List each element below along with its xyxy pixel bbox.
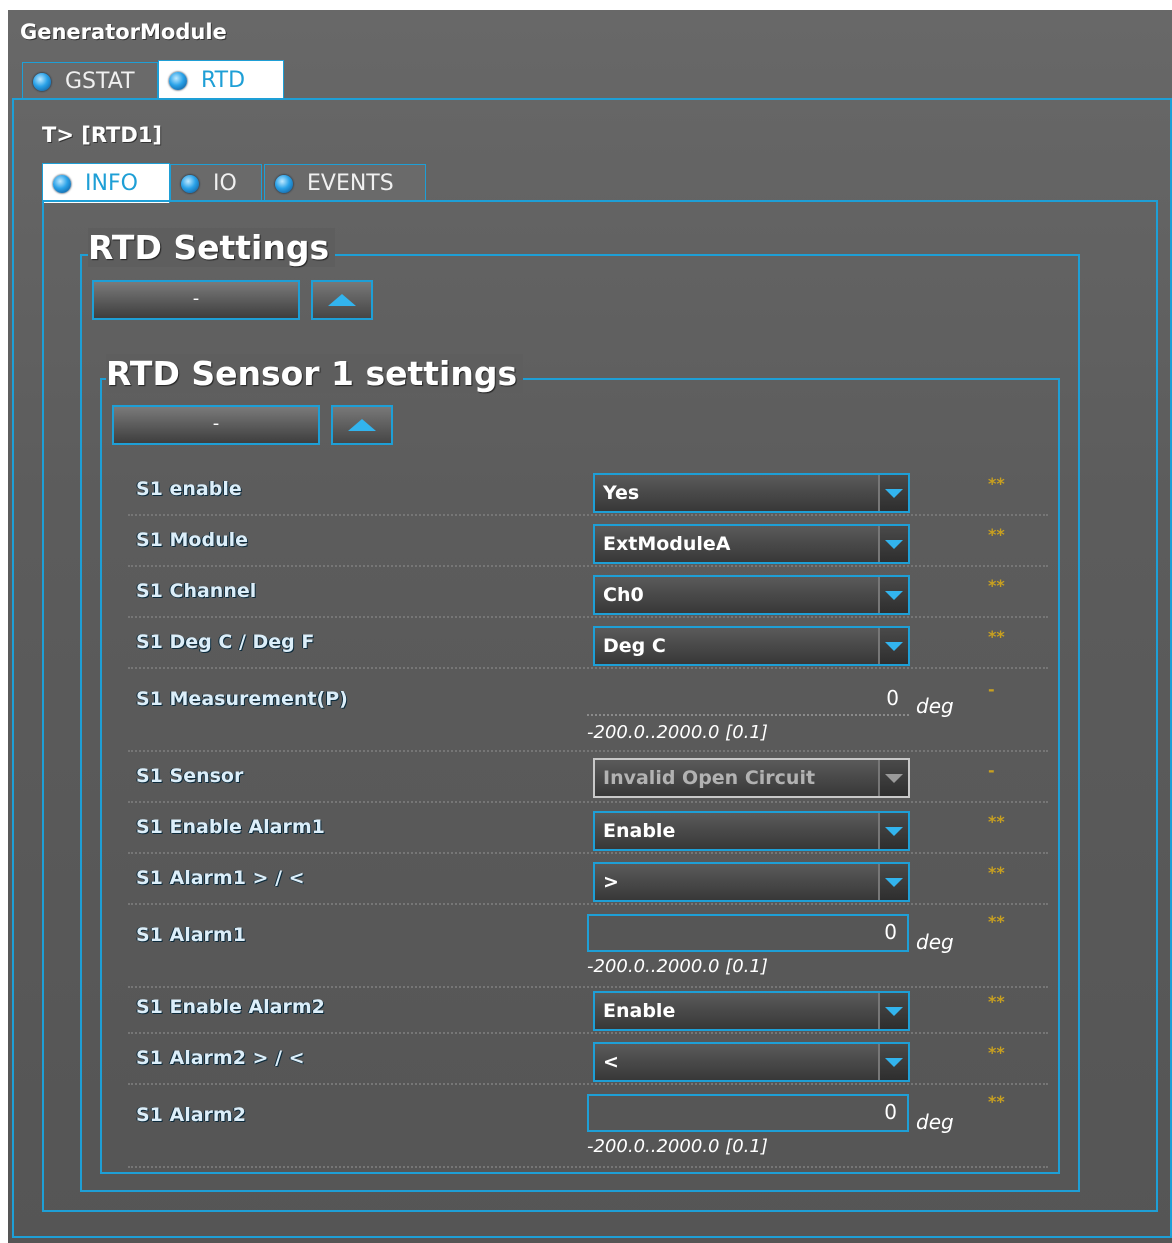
- rtd-settings-title: RTD Settings: [88, 228, 336, 267]
- dropdown-arrow-icon[interactable]: [878, 526, 908, 562]
- dropdown-arrow-icon[interactable]: [878, 475, 908, 511]
- s1-channel-select[interactable]: Ch0: [593, 575, 910, 615]
- modified-flag: **: [988, 1043, 1005, 1062]
- setting-row-s1-enable-alarm1: S1 Enable Alarm1 Enable **: [128, 806, 1048, 854]
- s1-enable-select[interactable]: Yes: [593, 473, 910, 513]
- select-value: <: [603, 1051, 619, 1073]
- setting-row-s1-module: S1 Module ExtModuleA **: [128, 519, 1048, 567]
- setting-row-s1-sensor: S1 Sensor Invalid Open Circuit -: [128, 755, 1048, 803]
- select-value: Enable: [603, 1000, 676, 1022]
- modified-flag: **: [988, 576, 1005, 595]
- dropdown-arrow-icon[interactable]: [878, 864, 908, 900]
- setting-label: S1 Alarm2: [136, 1104, 246, 1126]
- s1-measurement-value: 0: [587, 686, 909, 716]
- s1-enable-alarm1-select[interactable]: Enable: [593, 811, 910, 851]
- status-led-icon: [275, 174, 293, 193]
- arrow-up-icon: [348, 419, 376, 431]
- status-led-icon: [169, 71, 187, 90]
- breadcrumb: T> [RTD1]: [42, 123, 163, 147]
- unit-label: deg: [916, 930, 954, 954]
- tab-io-label: IO: [213, 171, 237, 196]
- modified-flag: **: [988, 992, 1005, 1011]
- tab-gstat[interactable]: GSTAT: [22, 62, 158, 100]
- rtd-settings-collapse-button[interactable]: -: [92, 280, 300, 320]
- setting-label: S1 Alarm1 > / <: [136, 867, 305, 889]
- setting-label: S1 Deg C / Deg F: [136, 631, 315, 653]
- modified-flag: **: [988, 627, 1005, 646]
- arrow-up-icon: [328, 294, 356, 306]
- select-value: >: [603, 871, 619, 893]
- setting-label: S1 Measurement(P): [136, 688, 348, 710]
- select-value: Deg C: [603, 635, 666, 657]
- tab-rtd-label: RTD: [201, 68, 246, 93]
- modified-flag: **: [988, 863, 1005, 882]
- select-value: Ch0: [603, 584, 644, 606]
- app-title: GeneratorModule: [20, 20, 227, 44]
- select-value: ExtModuleA: [603, 533, 731, 555]
- setting-label: S1 Channel: [136, 580, 257, 602]
- setting-row-s1-alarm1-compare: S1 Alarm1 > / < > **: [128, 857, 1048, 905]
- dropdown-arrow-icon[interactable]: [878, 577, 908, 613]
- modified-flag: -: [988, 680, 995, 699]
- tab-events[interactable]: EVENTS: [264, 164, 426, 202]
- setting-row-s1-alarm2-compare: S1 Alarm2 > / < < **: [128, 1037, 1048, 1085]
- setting-label: S1 enable: [136, 478, 242, 500]
- dropdown-arrow-icon: [878, 760, 908, 796]
- dropdown-arrow-icon[interactable]: [878, 628, 908, 664]
- dropdown-arrow-icon[interactable]: [878, 1044, 908, 1080]
- s1-alarm1-input[interactable]: 0: [587, 914, 909, 952]
- s1-alarm2-compare-select[interactable]: <: [593, 1042, 910, 1082]
- status-led-icon: [33, 72, 51, 91]
- unit-label: deg: [916, 1110, 954, 1134]
- tab-rtd[interactable]: RTD: [158, 60, 284, 100]
- setting-row-s1-measurement: S1 Measurement(P) 0 deg -200.0..2000.0 […: [128, 672, 1048, 752]
- setting-row-s1-alarm2: S1 Alarm2 0 deg -200.0..2000.0 [0.1] **: [128, 1088, 1048, 1168]
- select-value: Yes: [603, 482, 640, 504]
- modified-flag: -: [988, 761, 995, 780]
- modified-flag: **: [988, 474, 1005, 493]
- setting-label: S1 Sensor: [136, 765, 244, 787]
- s1-alarm1-compare-select[interactable]: >: [593, 862, 910, 902]
- setting-row-s1-channel: S1 Channel Ch0 **: [128, 570, 1048, 618]
- s1-alarm2-input[interactable]: 0: [587, 1094, 909, 1132]
- dropdown-arrow-icon[interactable]: [878, 813, 908, 849]
- setting-label: S1 Alarm1: [136, 924, 246, 946]
- s1-sensor-select: Invalid Open Circuit: [593, 758, 910, 798]
- select-value: Invalid Open Circuit: [603, 767, 816, 789]
- select-value: Enable: [603, 820, 676, 842]
- s1-module-select[interactable]: ExtModuleA: [593, 524, 910, 564]
- setting-label: S1 Enable Alarm2: [136, 996, 325, 1018]
- tab-events-label: EVENTS: [307, 171, 394, 196]
- unit-label: deg: [916, 694, 954, 718]
- sensor-settings-collapse-button[interactable]: -: [112, 405, 320, 445]
- setting-label: S1 Alarm2 > / <: [136, 1047, 305, 1069]
- sensor-settings-title: RTD Sensor 1 settings: [106, 354, 524, 393]
- modified-flag: **: [988, 525, 1005, 544]
- modified-flag: **: [988, 1092, 1005, 1111]
- status-led-icon: [53, 174, 71, 193]
- range-hint: -200.0..2000.0 [0.1]: [587, 722, 768, 743]
- rtd-settings-expand-button[interactable]: [311, 280, 373, 320]
- setting-row-s1-enable: S1 enable Yes **: [128, 468, 1048, 516]
- tab-gstat-label: GSTAT: [65, 69, 135, 94]
- tab-info[interactable]: INFO: [42, 163, 170, 203]
- modified-flag: **: [988, 912, 1005, 931]
- range-hint: -200.0..2000.0 [0.1]: [587, 956, 768, 977]
- tab-info-label: INFO: [85, 171, 138, 196]
- generator-module-window: GeneratorModule GSTAT RTD T> [RTD1] INFO…: [8, 10, 1172, 1243]
- setting-row-s1-enable-alarm2: S1 Enable Alarm2 Enable **: [128, 986, 1048, 1034]
- range-hint: -200.0..2000.0 [0.1]: [587, 1136, 768, 1157]
- dropdown-arrow-icon[interactable]: [878, 993, 908, 1029]
- status-led-icon: [181, 174, 199, 193]
- setting-row-s1-alarm1: S1 Alarm1 0 deg -200.0..2000.0 [0.1] **: [128, 908, 1048, 988]
- s1-deg-unit-select[interactable]: Deg C: [593, 626, 910, 666]
- setting-row-s1-deg-unit: S1 Deg C / Deg F Deg C **: [128, 621, 1048, 669]
- s1-enable-alarm2-select[interactable]: Enable: [593, 991, 910, 1031]
- modified-flag: **: [988, 812, 1005, 831]
- sensor-settings-expand-button[interactable]: [331, 405, 393, 445]
- tab-io[interactable]: IO: [170, 164, 262, 202]
- setting-label: S1 Enable Alarm1: [136, 816, 325, 838]
- setting-label: S1 Module: [136, 529, 249, 551]
